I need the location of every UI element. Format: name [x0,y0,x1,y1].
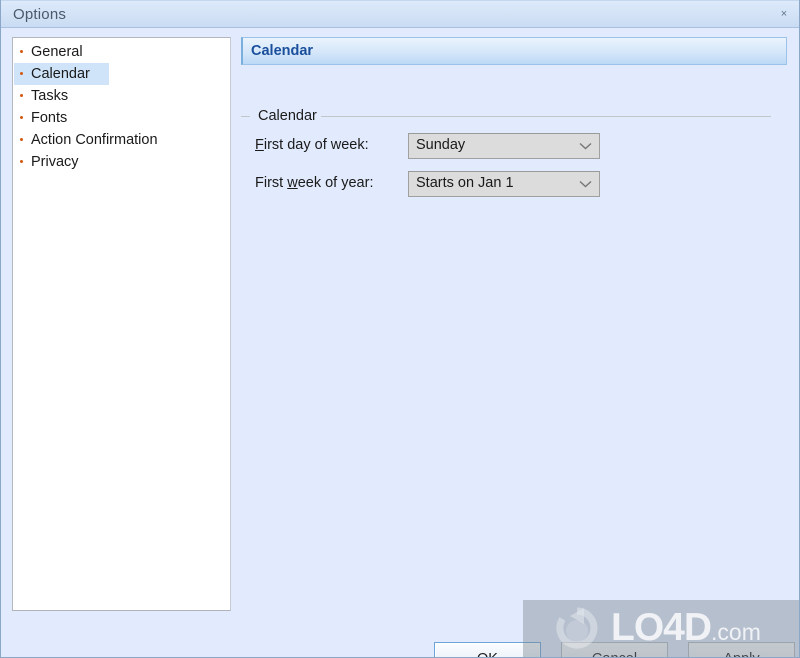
first-week-of-year-select[interactable]: Starts on Jan 1 [408,171,600,197]
sidebar-item-privacy[interactable]: Privacy [14,151,229,173]
group-title: Calendar [258,108,317,124]
window-title: Options [13,6,67,23]
title-bar: Options × [1,0,799,28]
cancel-button[interactable]: Cancel [561,642,668,657]
bullet-icon [18,114,26,122]
panel-header: Calendar [241,37,787,65]
bullet-icon [18,70,26,78]
chevron-down-icon [578,172,592,196]
sidebar-item-label: Privacy [31,154,79,170]
bullet-icon [18,136,26,144]
calendar-group: Calendar First day of week: Sunday First… [241,107,771,207]
page-title: Calendar [251,43,314,59]
first-day-of-week-value: Sunday [416,137,466,153]
sidebar-item-general[interactable]: General [14,41,229,63]
sidebar-item-label: Fonts [31,110,68,126]
sidebar-item-label: General [31,44,83,60]
close-icon[interactable]: × [773,5,795,23]
first-week-of-year-value: Starts on Jan 1 [416,175,514,191]
dialog-client-area: General Calendar Tasks Fonts Action Conf… [1,29,799,657]
bullet-icon [18,92,26,100]
sidebar-item-fonts[interactable]: Fonts [14,107,229,129]
group-divider-left [241,116,250,117]
sidebar-item-action-confirmation[interactable]: Action Confirmation [14,129,229,151]
apply-button[interactable]: Apply [688,642,795,657]
bullet-icon [18,158,26,166]
options-dialog: Options × General Calendar Tasks Fonts A… [0,0,800,658]
first-day-of-week-select[interactable]: Sunday [408,133,600,159]
first-day-of-week-label: First day of week: [255,137,369,153]
group-divider-right [321,116,771,117]
sidebar-item-label: Calendar [31,66,90,82]
first-week-of-year-label: First week of year: [255,175,374,191]
bullet-icon [18,48,26,56]
sidebar-item-calendar[interactable]: Calendar [14,63,109,85]
chevron-down-icon [578,134,592,158]
sidebar-item-tasks[interactable]: Tasks [14,85,229,107]
sidebar-item-label: Tasks [31,88,69,104]
sidebar-item-label: Action Confirmation [31,132,158,148]
ok-button[interactable]: OK [434,642,541,657]
category-list[interactable]: General Calendar Tasks Fonts Action Conf… [12,37,231,611]
